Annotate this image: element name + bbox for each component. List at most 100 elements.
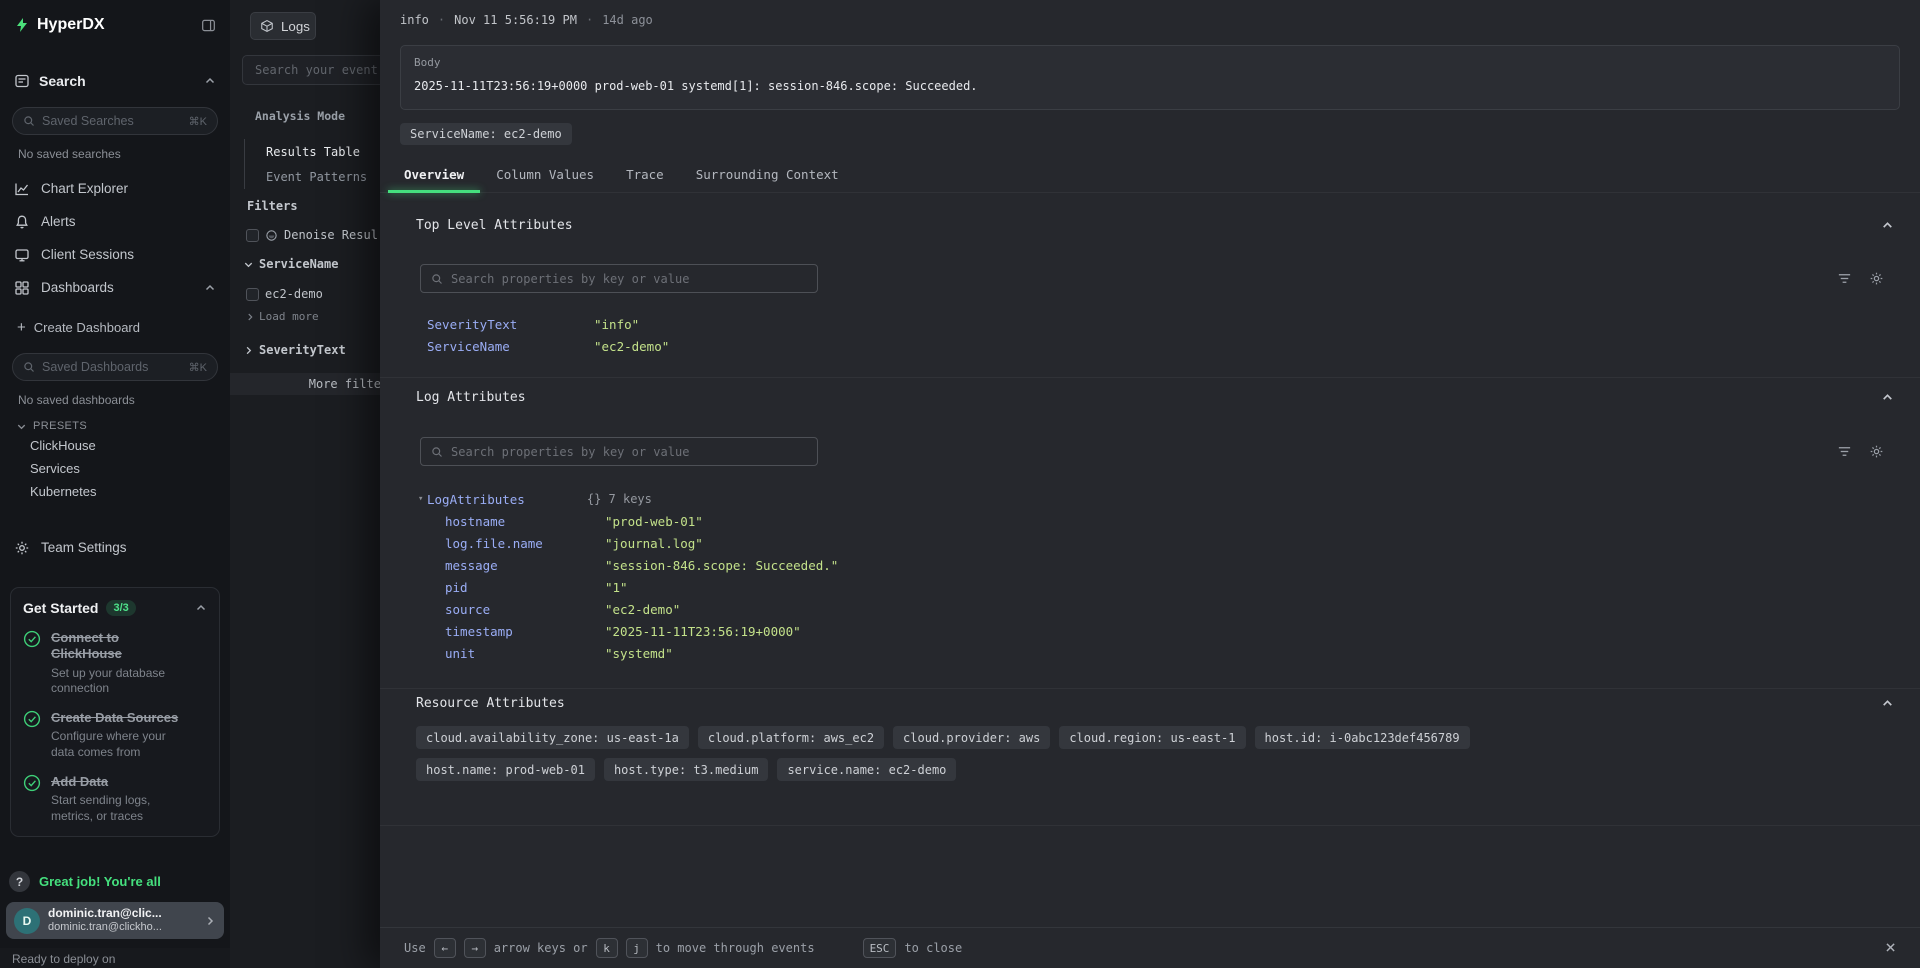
mode-results-table[interactable]: Results Table (245, 139, 383, 164)
attribute-value[interactable]: "systemd" (605, 646, 673, 661)
property-search-box (420, 437, 818, 466)
attribute-key[interactable]: ServiceName (427, 339, 594, 354)
resource-pill[interactable]: host.id: i-0abc123def456789 (1255, 726, 1470, 749)
attribute-row[interactable]: source "ec2-demo" (380, 598, 1920, 620)
search-label: Search (39, 73, 86, 89)
close-icon[interactable]: × (1885, 939, 1896, 957)
attribute-key[interactable]: pid (445, 580, 605, 595)
load-more-button[interactable]: Load more (230, 308, 383, 325)
resource-pill[interactable]: service.name: ec2-demo (777, 758, 956, 781)
attribute-value[interactable]: "prod-web-01" (605, 514, 703, 529)
presets-toggle[interactable]: PRESETS (16, 418, 230, 434)
service-name-tag[interactable]: ServiceName: ec2-demo (400, 123, 572, 145)
resource-pill[interactable]: host.name: prod-web-01 (416, 758, 595, 781)
tab-overview[interactable]: Overview (388, 156, 480, 192)
attribute-key[interactable]: timestamp (445, 624, 605, 639)
attribute-key[interactable]: source (445, 602, 605, 617)
get-started-step[interactable]: Connect to ClickHouse Set up your databa… (23, 630, 207, 696)
attribute-row[interactable]: SeverityText "info" (380, 313, 1920, 335)
attribute-key[interactable]: SeverityText (427, 317, 594, 332)
attribute-value[interactable]: "journal.log" (605, 536, 703, 551)
filter-option-label: ec2-demo (265, 287, 323, 301)
attribute-key[interactable]: unit (445, 646, 605, 661)
attribute-row[interactable]: hostname "prod-web-01" (380, 510, 1920, 532)
resource-pill[interactable]: host.type: t3.medium (604, 758, 769, 781)
get-started-step[interactable]: Create Data Sources Configure where your… (23, 710, 207, 760)
mode-event-patterns[interactable]: Event Patterns (245, 164, 383, 189)
attribute-key[interactable]: log.file.name (445, 536, 605, 551)
chevron-up-icon[interactable] (204, 75, 216, 87)
saved-dashboards-input[interactable]: Saved Dashboards ⌘K (12, 353, 218, 381)
sidebar-item-dashboards[interactable]: Dashboards (0, 271, 230, 304)
denoise-results-checkbox-row[interactable]: Denoise Resul (230, 223, 383, 247)
bell-icon (14, 214, 30, 230)
help-button[interactable]: ? (9, 871, 30, 892)
checkbox[interactable] (246, 229, 259, 242)
tab-trace[interactable]: Trace (610, 156, 680, 192)
attribute-row[interactable]: message "session-846.scope: Succeeded." (380, 554, 1920, 576)
sidebar-item-client-sessions[interactable]: Client Sessions (0, 238, 230, 271)
resource-pill[interactable]: cloud.provider: aws (893, 726, 1050, 749)
user-name: dominic.tran@clic... (48, 906, 162, 921)
sidebar-item-team-settings[interactable]: Team Settings (0, 531, 230, 564)
attribute-value[interactable]: "ec2-demo" (605, 602, 680, 617)
search-icon (431, 446, 443, 458)
log-attributes-root-row[interactable]: ▾ LogAttributes {} 7 keys (380, 488, 1920, 510)
user-menu[interactable]: D dominic.tran@clic... dominic.tran@clic… (6, 902, 224, 939)
source-selector-button[interactable]: Logs (250, 12, 316, 40)
drawer-footer: Use ← → arrow keys or k j to move throug… (380, 927, 1920, 968)
chevron-up-icon[interactable] (195, 602, 207, 614)
section-title: Resource Attributes (416, 696, 565, 711)
attribute-row[interactable]: pid "1" (380, 576, 1920, 598)
sidebar-item-clickhouse[interactable]: ClickHouse (0, 434, 230, 457)
collapse-section-icon[interactable] (1881, 391, 1894, 404)
settings-icon[interactable] (1869, 271, 1884, 286)
saved-searches-input[interactable]: Saved Searches ⌘K (12, 107, 218, 135)
resource-pill[interactable]: cloud.availability_zone: us-east-1a (416, 726, 689, 749)
event-search-input[interactable]: Search your event (242, 55, 383, 85)
property-search-input[interactable] (451, 445, 807, 459)
filter-lines-icon[interactable] (1837, 444, 1852, 459)
filter-lines-icon[interactable] (1837, 271, 1852, 286)
filter-option-ec2-demo[interactable]: ec2-demo (230, 282, 383, 306)
sidebar-collapse-icon[interactable] (201, 18, 216, 33)
preset-label: ClickHouse (30, 438, 96, 453)
chevron-up-icon[interactable] (204, 282, 216, 294)
attribute-row[interactable]: ServiceName "ec2-demo" (380, 335, 1920, 357)
sidebar-item-kubernetes[interactable]: Kubernetes (0, 480, 230, 503)
attribute-row[interactable]: timestamp "2025-11-11T23:56:19+0000" (380, 620, 1920, 642)
attribute-key[interactable]: LogAttributes (427, 492, 525, 507)
resource-pills: cloud.availability_zone: us-east-1a clou… (380, 726, 1560, 781)
attribute-key[interactable]: message (445, 558, 605, 573)
filter-group-servicename[interactable]: ServiceName (230, 252, 383, 276)
resource-pill[interactable]: cloud.platform: aws_ec2 (698, 726, 884, 749)
property-search-input[interactable] (451, 272, 807, 286)
caret-down-icon[interactable]: ▾ (418, 494, 427, 504)
attribute-value[interactable]: "session-846.scope: Succeeded." (605, 558, 838, 573)
sidebar-item-services[interactable]: Services (0, 457, 230, 480)
attribute-value[interactable]: "2025-11-11T23:56:19+0000" (605, 624, 801, 639)
collapse-section-icon[interactable] (1881, 697, 1894, 710)
create-dashboard-label: Create Dashboard (34, 320, 140, 335)
resource-pill[interactable]: cloud.region: us-east-1 (1059, 726, 1245, 749)
sidebar-item-chart-explorer[interactable]: Chart Explorer (0, 172, 230, 205)
analysis-mode-list: Results Table Event Patterns (244, 139, 383, 189)
tab-surrounding-context[interactable]: Surrounding Context (680, 156, 855, 192)
attribute-key[interactable]: hostname (445, 514, 605, 529)
footer-text: to move through events (656, 941, 815, 955)
attribute-row[interactable]: log.file.name "journal.log" (380, 532, 1920, 554)
attribute-value[interactable]: "info" (594, 317, 639, 332)
sidebar-item-alerts[interactable]: Alerts (0, 205, 230, 238)
create-dashboard-button[interactable]: + Create Dashboard (0, 312, 230, 342)
get-started-step[interactable]: Add Data Start sending logs, metrics, or… (23, 774, 207, 824)
sidebar-item-search[interactable]: Search (0, 66, 230, 96)
collapse-section-icon[interactable] (1881, 219, 1894, 232)
checkbox[interactable] (246, 288, 259, 301)
filter-group-severitytext[interactable]: SeverityText (230, 338, 383, 362)
attribute-value[interactable]: "1" (605, 580, 628, 595)
attribute-value[interactable]: "ec2-demo" (594, 339, 669, 354)
settings-icon[interactable] (1869, 444, 1884, 459)
attribute-row[interactable]: unit "systemd" (380, 642, 1920, 664)
tab-column-values[interactable]: Column Values (480, 156, 610, 192)
more-filters-button[interactable]: More filte (230, 373, 383, 395)
